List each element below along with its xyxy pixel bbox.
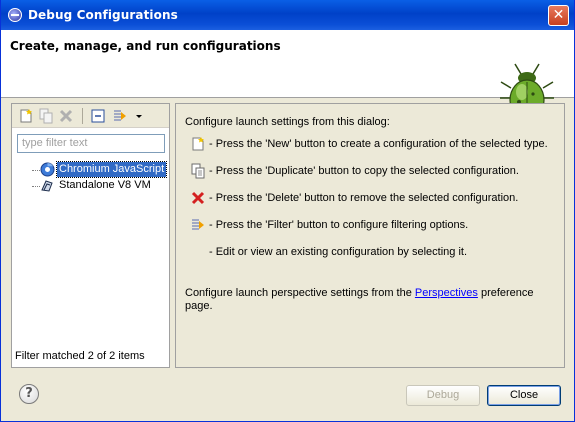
- eclipse-icon: [8, 8, 22, 22]
- delete-icon[interactable]: [58, 108, 74, 124]
- debug-configurations-dialog: Debug Configurations ✕ Create, manage, a…: [0, 0, 575, 422]
- tree-connector: [32, 186, 40, 187]
- window-title: Debug Configurations: [28, 8, 178, 22]
- filter-status-text: Filter matched 2 of 2 items: [15, 350, 145, 362]
- close-button[interactable]: Close: [487, 385, 561, 406]
- duplicate-icon: [191, 163, 205, 179]
- title-bar[interactable]: Debug Configurations ✕: [1, 0, 574, 30]
- header-title: Create, manage, and run configurations: [10, 39, 281, 53]
- dialog-header: Create, manage, and run configurations: [1, 30, 574, 121]
- configuration-tree-panel: type filter text Chromium JavaScript Sta…: [11, 103, 170, 368]
- dropdown-arrow-icon[interactable]: [134, 108, 144, 124]
- new-config-icon[interactable]: [18, 108, 34, 124]
- toolbar-separator: [82, 108, 83, 124]
- help-button[interactable]: ?: [19, 384, 39, 404]
- filter-icon[interactable]: [112, 108, 128, 124]
- intro-text: Configure launch settings from this dial…: [185, 116, 390, 128]
- help-text-edit: - Edit or view an existing configuration…: [209, 246, 468, 258]
- collapse-all-icon[interactable]: [90, 108, 106, 124]
- tree-item-label: Standalone V8 VM: [59, 179, 151, 191]
- filter-input[interactable]: type filter text: [17, 134, 165, 153]
- close-window-button[interactable]: ✕: [548, 5, 569, 26]
- debug-button[interactable]: Debug: [406, 385, 480, 406]
- perspective-text-before: Configure launch perspective settings fr…: [185, 287, 415, 299]
- help-text-duplicate: - Press the 'Duplicate' button to copy t…: [209, 165, 519, 177]
- chromium-icon: [40, 162, 55, 177]
- new-icon: [192, 137, 204, 151]
- duplicate-icon[interactable]: [38, 108, 54, 124]
- perspective-text: Configure launch perspective settings fr…: [185, 287, 545, 313]
- v8-vm-icon: [41, 180, 53, 192]
- tree-toolbar: [12, 104, 169, 128]
- help-text-new: - Press the 'New' button to create a con…: [209, 138, 548, 150]
- delete-icon: [191, 191, 205, 205]
- tree-item-label: Chromium JavaScript: [55, 161, 168, 178]
- help-panel: Configure launch settings from this dial…: [175, 103, 565, 368]
- filter-icon: [192, 219, 204, 230]
- help-text-filter: - Press the 'Filter' button to configure…: [209, 219, 469, 231]
- tree-connector: [32, 170, 40, 171]
- help-text-delete: - Press the 'Delete' button to remove th…: [209, 192, 519, 204]
- perspectives-link[interactable]: Perspectives: [415, 287, 478, 299]
